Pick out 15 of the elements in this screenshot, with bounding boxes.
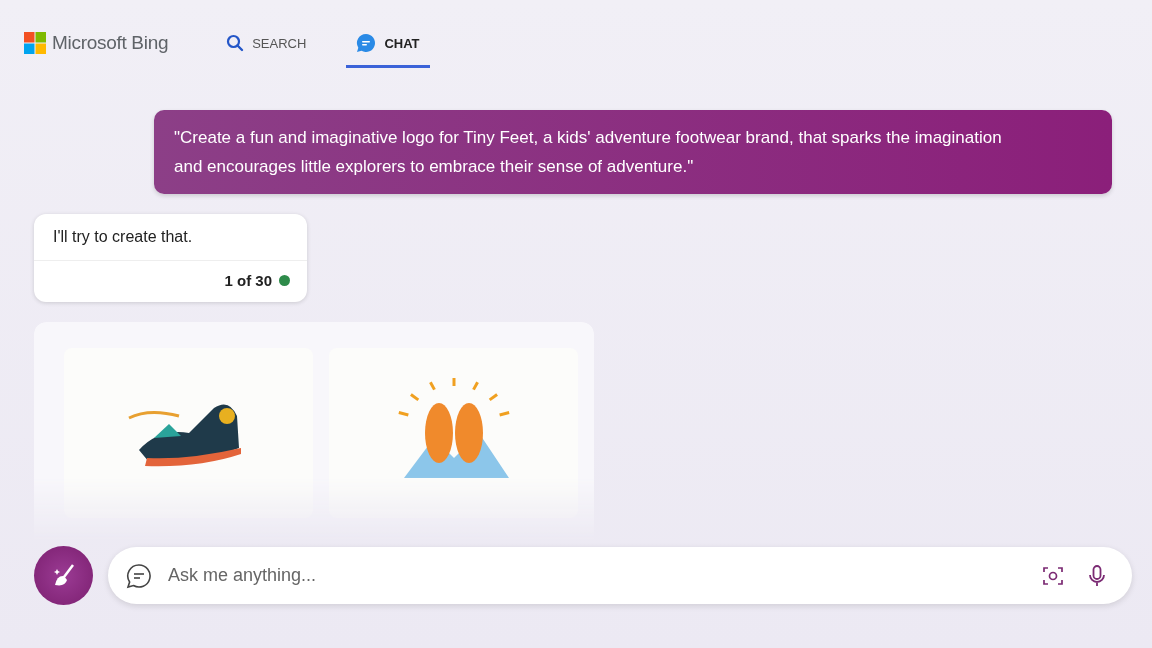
camera-scan-icon [1042,564,1064,587]
chat-input-bar[interactable]: Ask me anything... [108,547,1132,604]
chat-bubble-icon [126,562,152,589]
user-message: "Create a fun and imaginative logo for Tiny Feet, a kids' adventure footwear brand, that sparks the imagination and encourages little explorers to embrace their sense of adventure." [154,110,1112,194]
search-icon [226,34,245,52]
nav-tab[interactable]: SEARCH [216,25,317,68]
brand-name: Microsoft Bing [52,32,169,54]
turn-counter: 1 of 30 [224,272,272,289]
chat-input-field[interactable]: Ask me anything... [166,564,1024,587]
microphone-icon [1086,563,1108,588]
bot-message: I'll try to create that. [34,214,307,261]
status-dot-icon [279,275,290,286]
windows-logo-icon [24,32,46,54]
chat-bubble-icon [356,33,377,53]
nav-tab[interactable]: CHAT [346,25,430,68]
